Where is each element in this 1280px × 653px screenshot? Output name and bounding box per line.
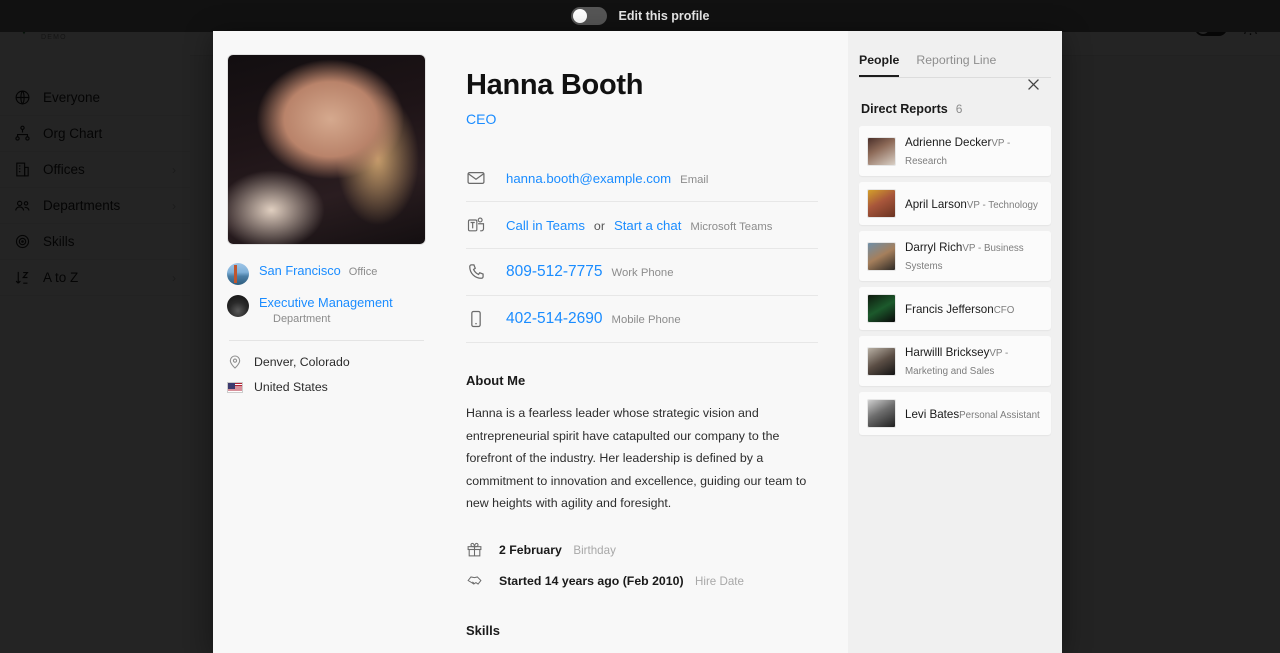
email-row[interactable]: hanna.booth@example.com Email xyxy=(466,155,818,202)
department-label: Department xyxy=(273,313,331,325)
direct-reports-count: 6 xyxy=(955,102,963,116)
mobile-phone-row[interactable]: 402-514-2690 Mobile Phone xyxy=(466,296,818,343)
call-in-teams-link[interactable]: Call in Teams xyxy=(506,218,585,233)
tab-people[interactable]: People xyxy=(859,53,900,77)
office-thumbnail-icon xyxy=(227,263,249,285)
teams-label: Microsoft Teams xyxy=(690,220,773,233)
edit-profile-bar: Edit this profile xyxy=(0,0,1280,32)
direct-report-item[interactable]: April LarsonVP - Technology xyxy=(859,182,1051,225)
phone-icon xyxy=(469,264,484,279)
email-label: Email xyxy=(680,173,709,186)
direct-report-name: Levi Bates xyxy=(905,407,960,421)
department-thumbnail-icon xyxy=(227,295,249,317)
direct-report-role: Personal Assistant xyxy=(959,409,1040,421)
office-label: Office xyxy=(348,266,378,278)
country-row: United States xyxy=(227,380,426,394)
tab-reporting-line[interactable]: Reporting Line xyxy=(916,53,996,77)
mobile-phone-label: Mobile Phone xyxy=(611,314,681,326)
location-row: Denver, Colorado xyxy=(227,354,426,370)
about-heading: About Me xyxy=(466,373,526,388)
org-links: San Francisco Office Executive Managemen… xyxy=(227,262,426,325)
profile-right-column: People Reporting Line Direct Reports 6 A… xyxy=(848,31,1062,653)
direct-report-name: April Larson xyxy=(905,197,967,211)
edit-profile-control[interactable]: Edit this profile xyxy=(570,7,710,25)
department-link[interactable]: Executive Management xyxy=(259,295,393,310)
office-link[interactable]: San Francisco xyxy=(259,262,341,279)
us-flag-icon xyxy=(227,381,243,393)
location-pin-icon xyxy=(229,355,241,369)
direct-report-name: Darryl Rich xyxy=(905,241,963,254)
country-text: United States xyxy=(254,380,328,394)
skills-section: Skills Active-HDLCultural AwarenessKnowl… xyxy=(466,623,818,653)
envelope-icon xyxy=(467,171,485,185)
birthday-label: Birthday xyxy=(573,543,616,557)
hire-date-value: Started 14 years ago (Feb 2010) xyxy=(499,573,684,588)
avatar xyxy=(867,189,896,218)
work-phone-label: Work Phone xyxy=(611,267,674,279)
contact-list: hanna.booth@example.com Email Call in Te… xyxy=(466,155,818,343)
direct-report-role: VP - Technology xyxy=(966,199,1038,211)
profile-center-column: Hanna Booth CEO hanna.booth@example.com … xyxy=(440,31,848,653)
office-row[interactable]: San Francisco Office xyxy=(227,262,426,285)
avatar xyxy=(867,294,896,323)
left-divider xyxy=(229,340,424,341)
direct-report-item[interactable]: Adrienne DeckerVP - Research xyxy=(859,126,1051,176)
direct-reports-title: Direct Reports xyxy=(861,102,948,116)
edit-this-profile-toggle[interactable] xyxy=(570,7,607,25)
about-section: About Me Hanna is a fearless leader whos… xyxy=(466,373,818,515)
hire-date-label: Hire Date xyxy=(695,574,744,588)
handshake-icon xyxy=(467,576,482,586)
direct-reports-list: Adrienne DeckerVP - Research April Larson… xyxy=(859,126,1051,435)
birthday-row: 2 February Birthday xyxy=(466,541,818,559)
teams-icon xyxy=(467,217,485,232)
hire-date-row: Started 14 years ago (Feb 2010) Hire Dat… xyxy=(466,572,818,590)
close-icon[interactable] xyxy=(1020,71,1046,97)
direct-reports-header: Direct Reports 6 xyxy=(859,102,1051,116)
direct-report-item[interactable]: Levi BatesPersonal Assistant xyxy=(859,392,1051,435)
mobile-phone-link[interactable]: 402-514-2690 xyxy=(506,310,603,328)
meta-rows: 2 February Birthday Started 14 years ago… xyxy=(466,541,818,590)
start-a-chat-link[interactable]: Start a chat xyxy=(614,218,681,233)
teams-separator: or xyxy=(593,218,605,233)
mobile-icon xyxy=(471,310,481,328)
direct-report-name: Harwilll Bricksey xyxy=(905,346,990,359)
direct-report-role: CFO xyxy=(993,304,1015,316)
direct-report-item[interactable]: Darryl RichVP - Business Systems xyxy=(859,231,1051,281)
work-phone-row[interactable]: 809-512-7775 Work Phone xyxy=(466,249,818,296)
gift-icon xyxy=(467,543,482,557)
birthday-value: 2 February xyxy=(499,542,562,557)
edit-this-profile-label: Edit this profile xyxy=(618,9,710,23)
location-text: Denver, Colorado xyxy=(254,355,350,369)
profile-left-column: San Francisco Office Executive Managemen… xyxy=(213,31,440,653)
department-row[interactable]: Executive Management Department xyxy=(227,294,426,325)
work-phone-link[interactable]: 809-512-7775 xyxy=(506,263,603,281)
direct-report-name: Adrienne Decker xyxy=(905,136,992,149)
skills-heading: Skills xyxy=(466,622,500,638)
avatar xyxy=(867,136,896,166)
avatar xyxy=(867,241,896,271)
direct-report-item[interactable]: Harwilll BrickseyVP - Marketing and Sale… xyxy=(859,336,1051,386)
direct-report-name: Francis Jefferson xyxy=(905,302,994,316)
avatar xyxy=(867,399,896,428)
about-text: Hanna is a fearless leader whose strateg… xyxy=(466,406,807,511)
teams-row[interactable]: Call in Teams or Start a chat Microsoft … xyxy=(466,202,818,249)
job-title: CEO xyxy=(466,111,497,127)
avatar xyxy=(867,346,896,376)
profile-modal: San Francisco Office Executive Managemen… xyxy=(213,31,1062,653)
page-title: Hanna Booth xyxy=(466,69,644,101)
avatar xyxy=(227,54,426,245)
email-link[interactable]: hanna.booth@example.com xyxy=(506,171,671,186)
direct-report-item[interactable]: Francis JeffersonCFO xyxy=(859,287,1051,330)
